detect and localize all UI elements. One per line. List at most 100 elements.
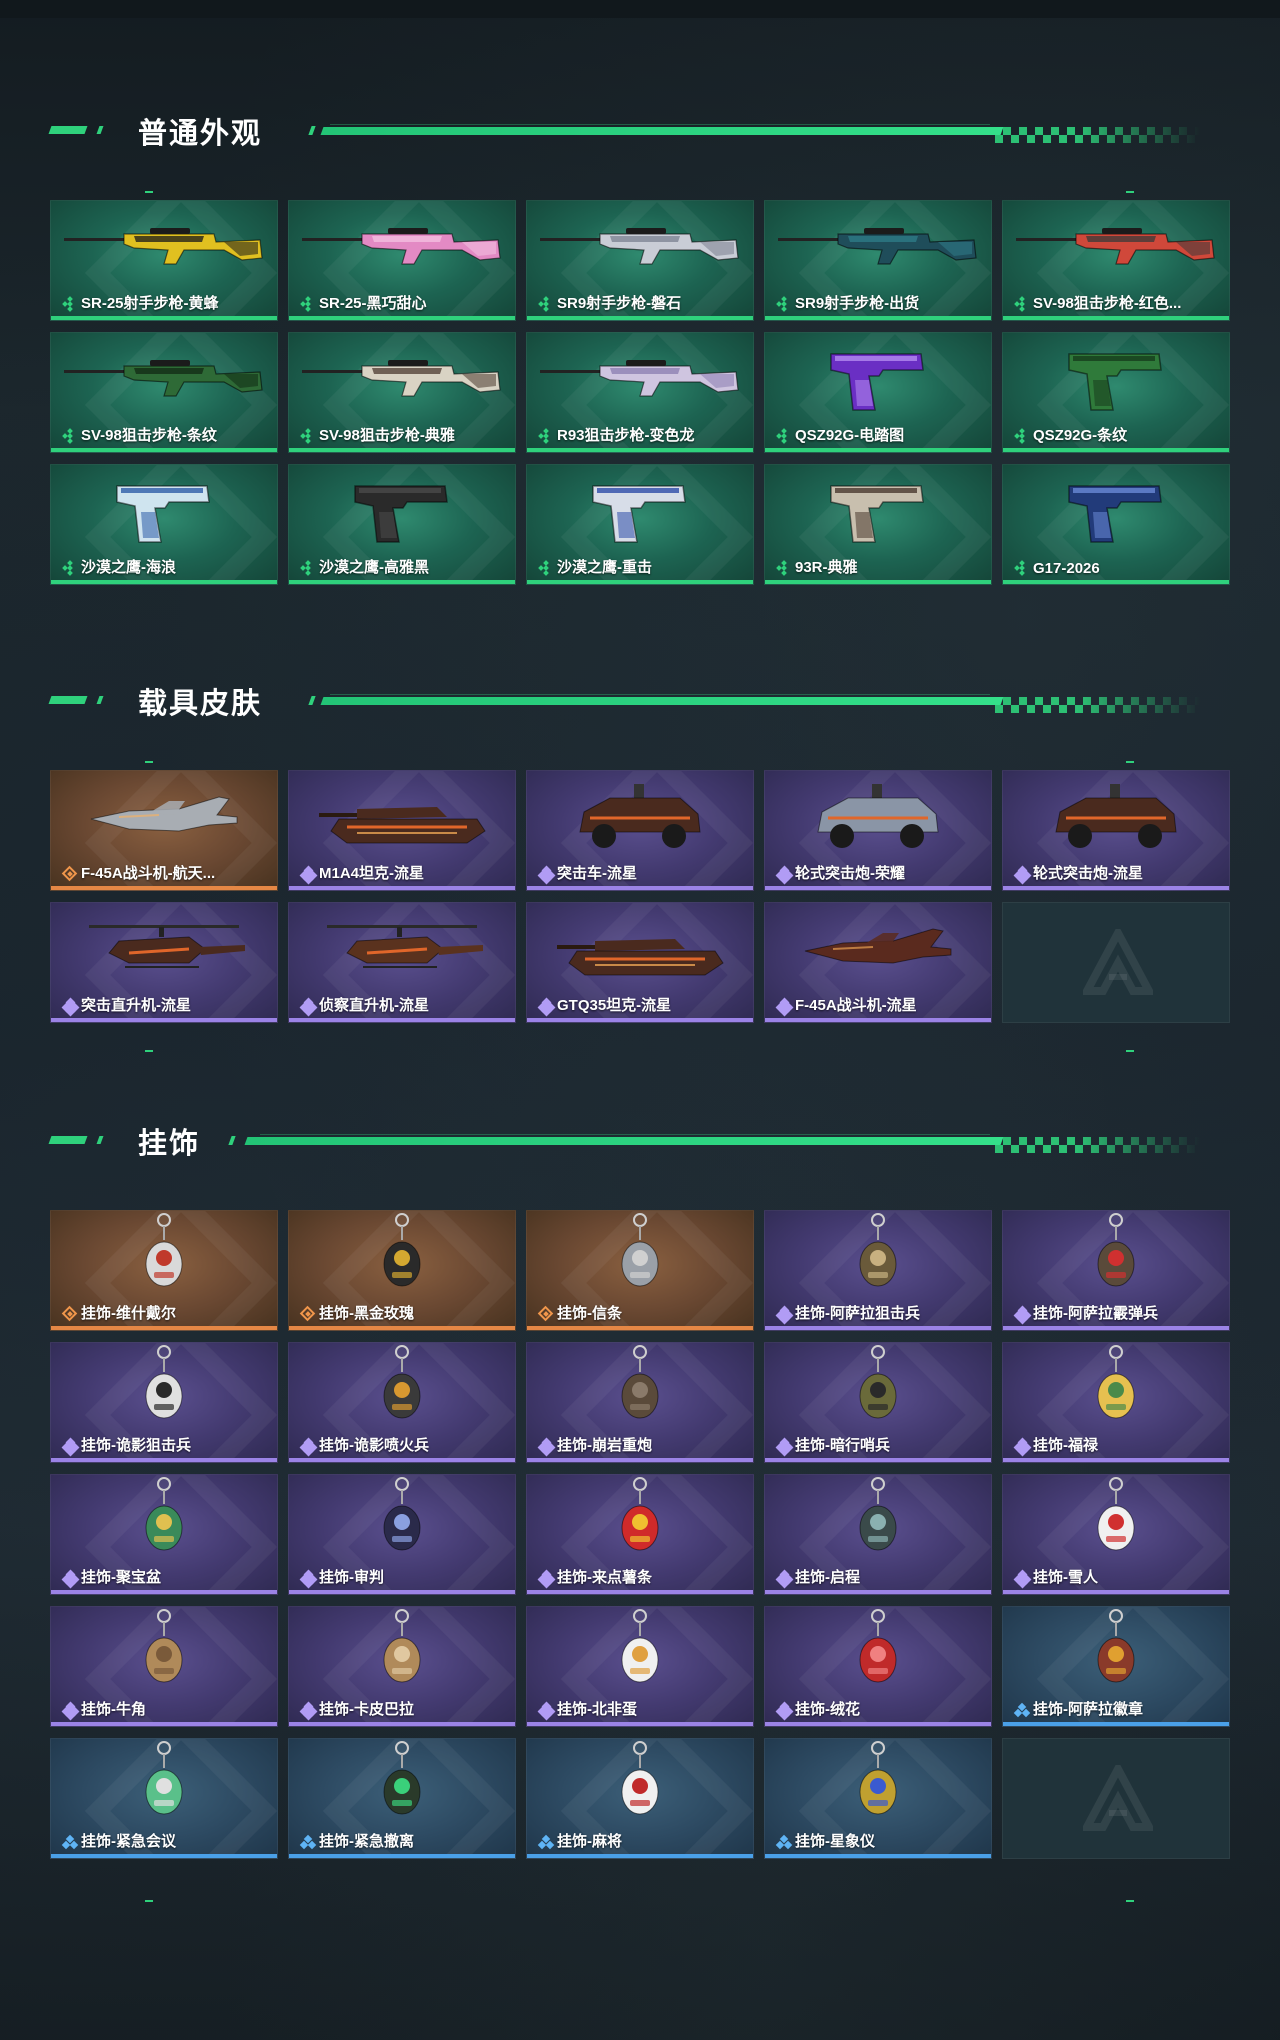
pistol-blue-white-icon bbox=[527, 471, 753, 551]
item-label: 挂饰-北非蛋 bbox=[557, 1701, 637, 1718]
rarity-bar bbox=[527, 1326, 753, 1330]
rarity-icon bbox=[300, 296, 315, 312]
item-card[interactable]: 挂饰-雪人 bbox=[1002, 1474, 1230, 1595]
item-card[interactable]: 挂饰-牛角 bbox=[50, 1606, 278, 1727]
item-label: 突击车-流星 bbox=[557, 865, 637, 882]
empty-slot-logo bbox=[1083, 929, 1153, 995]
rarity-icon bbox=[299, 1701, 318, 1721]
item-label: 挂饰-来点薯条 bbox=[557, 1569, 652, 1586]
corner-mark bbox=[145, 1900, 153, 1902]
item-card[interactable]: G17-2026 bbox=[1002, 464, 1230, 585]
item-card[interactable]: 挂饰-北非蛋 bbox=[526, 1606, 754, 1727]
item-card[interactable]: 挂饰-紧急会议 bbox=[50, 1738, 278, 1859]
item-card[interactable]: 挂饰-卡皮巴拉 bbox=[288, 1606, 516, 1727]
rarity-icon bbox=[62, 560, 77, 576]
item-card[interactable]: 挂饰-诡影狙击兵 bbox=[50, 1342, 278, 1463]
rarity-bar bbox=[289, 1854, 515, 1858]
rarity-bar bbox=[527, 1722, 753, 1726]
item-card[interactable]: 沙漠之鹰-海浪 bbox=[50, 464, 278, 585]
item-card[interactable]: 突击车-流星 bbox=[526, 770, 754, 891]
item-card[interactable]: QSZ92G-条纹 bbox=[1002, 332, 1230, 453]
item-card[interactable]: 挂饰-暗行哨兵 bbox=[764, 1342, 992, 1463]
corner-mark bbox=[1126, 1050, 1134, 1052]
item-card[interactable]: 挂饰-紧急撤离 bbox=[288, 1738, 516, 1859]
item-card[interactable]: 挂饰-福禄 bbox=[1002, 1342, 1230, 1463]
jet-meteor-icon bbox=[765, 909, 991, 989]
rarity-icon bbox=[775, 1569, 794, 1589]
item-card[interactable]: 挂饰-阿萨拉徽章 bbox=[1002, 1606, 1230, 1727]
item-card[interactable]: SV-98狙击步枪-典雅 bbox=[288, 332, 516, 453]
item-card[interactable]: 挂饰-来点薯条 bbox=[526, 1474, 754, 1595]
item-card[interactable]: 挂饰-审判 bbox=[288, 1474, 516, 1595]
item-card[interactable]: 突击直升机-流星 bbox=[50, 902, 278, 1023]
rarity-bar bbox=[289, 448, 515, 452]
rarity-bar bbox=[765, 1018, 991, 1022]
rarity-bar bbox=[289, 580, 515, 584]
item-card[interactable]: 轮式突击炮-荣耀 bbox=[764, 770, 992, 891]
item-card[interactable]: 挂饰-阿萨拉霰弹兵 bbox=[1002, 1210, 1230, 1331]
charm-sniper-icon bbox=[765, 1213, 991, 1297]
rarity-icon bbox=[537, 1701, 556, 1721]
item-card[interactable]: SR-25-黑巧甜心 bbox=[288, 200, 516, 321]
item-card[interactable]: 沙漠之鹰-高雅黑 bbox=[288, 464, 516, 585]
item-card[interactable]: SV-98狙击步枪-条纹 bbox=[50, 332, 278, 453]
header-accent bbox=[308, 696, 316, 705]
item-card[interactable]: 挂饰-信条 bbox=[526, 1210, 754, 1331]
rarity-icon bbox=[300, 428, 315, 444]
section-title: 普通外观 bbox=[138, 118, 263, 150]
item-card[interactable]: SR9射手步枪-出货 bbox=[764, 200, 992, 321]
item-card[interactable]: 挂饰-启程 bbox=[764, 1474, 992, 1595]
charm-evac-icon bbox=[289, 1741, 515, 1825]
item-card[interactable]: 挂饰-维什戴尔 bbox=[50, 1210, 278, 1331]
sniper-red-icon bbox=[1003, 207, 1229, 287]
header-accent bbox=[48, 696, 88, 704]
item-card[interactable]: M1A4坦克-流星 bbox=[288, 770, 516, 891]
rarity-bar bbox=[765, 316, 991, 320]
item-card[interactable]: 挂饰-麻将 bbox=[526, 1738, 754, 1859]
item-card[interactable]: 挂饰-诡影喷火兵 bbox=[288, 1342, 516, 1463]
rarity-bar bbox=[1003, 1590, 1229, 1594]
header-accent bbox=[228, 1136, 236, 1145]
item-card[interactable]: F-45A战斗机-航天... bbox=[50, 770, 278, 891]
item-card[interactable]: SV-98狙击步枪-红色... bbox=[1002, 200, 1230, 321]
rarity-icon bbox=[62, 428, 77, 444]
item-card[interactable]: GTQ35坦克-流星 bbox=[526, 902, 754, 1023]
item-label: 轮式突击炮-流星 bbox=[1033, 865, 1143, 882]
item-card[interactable]: 轮式突击炮-流星 bbox=[1002, 770, 1230, 891]
item-card[interactable]: 侦察直升机-流星 bbox=[288, 902, 516, 1023]
rarity-bar bbox=[51, 1590, 277, 1594]
item-card[interactable]: F-45A战斗机-流星 bbox=[764, 902, 992, 1023]
rarity-icon bbox=[300, 560, 315, 576]
rarity-icon bbox=[299, 1569, 318, 1589]
header-thin-line bbox=[330, 694, 990, 695]
corner-mark bbox=[145, 191, 153, 193]
item-label: 挂饰-启程 bbox=[795, 1569, 860, 1586]
item-card[interactable]: R93狙击步枪-变色龙 bbox=[526, 332, 754, 453]
item-label: 挂饰-聚宝盆 bbox=[81, 1569, 161, 1586]
item-label: 挂饰-福禄 bbox=[1033, 1437, 1098, 1454]
charm-badge-icon bbox=[1003, 1609, 1229, 1693]
item-card[interactable]: SR9射手步枪-磐石 bbox=[526, 200, 754, 321]
item-card[interactable]: 挂饰-星象仪 bbox=[764, 1738, 992, 1859]
item-card[interactable]: 挂饰-黑金玫瑰 bbox=[288, 1210, 516, 1331]
item-card[interactable]: 沙漠之鹰-重击 bbox=[526, 464, 754, 585]
item-label: 挂饰-星象仪 bbox=[795, 1833, 875, 1850]
item-card[interactable]: 挂饰-聚宝盆 bbox=[50, 1474, 278, 1595]
item-card[interactable]: 93R-典雅 bbox=[764, 464, 992, 585]
header-line bbox=[320, 127, 1004, 135]
charm-egg-icon bbox=[527, 1609, 753, 1693]
rarity-icon bbox=[537, 865, 556, 885]
item-card[interactable]: 挂饰-绒花 bbox=[764, 1606, 992, 1727]
rarity-bar bbox=[51, 316, 277, 320]
rarity-icon bbox=[62, 296, 77, 312]
item-card[interactable]: QSZ92G-电踏图 bbox=[764, 332, 992, 453]
item-card[interactable]: SR-25射手步枪-黄蜂 bbox=[50, 200, 278, 321]
rarity-icon bbox=[537, 1437, 556, 1457]
rarity-bar bbox=[765, 448, 991, 452]
section-header: 挂饰 bbox=[0, 1110, 1280, 1170]
item-card[interactable]: 挂饰-阿萨拉狙击兵 bbox=[764, 1210, 992, 1331]
rarity-bar bbox=[51, 1854, 277, 1858]
rarity-icon bbox=[775, 1834, 793, 1850]
rarity-bar bbox=[527, 886, 753, 890]
item-card[interactable]: 挂饰-崩岩重炮 bbox=[526, 1342, 754, 1463]
